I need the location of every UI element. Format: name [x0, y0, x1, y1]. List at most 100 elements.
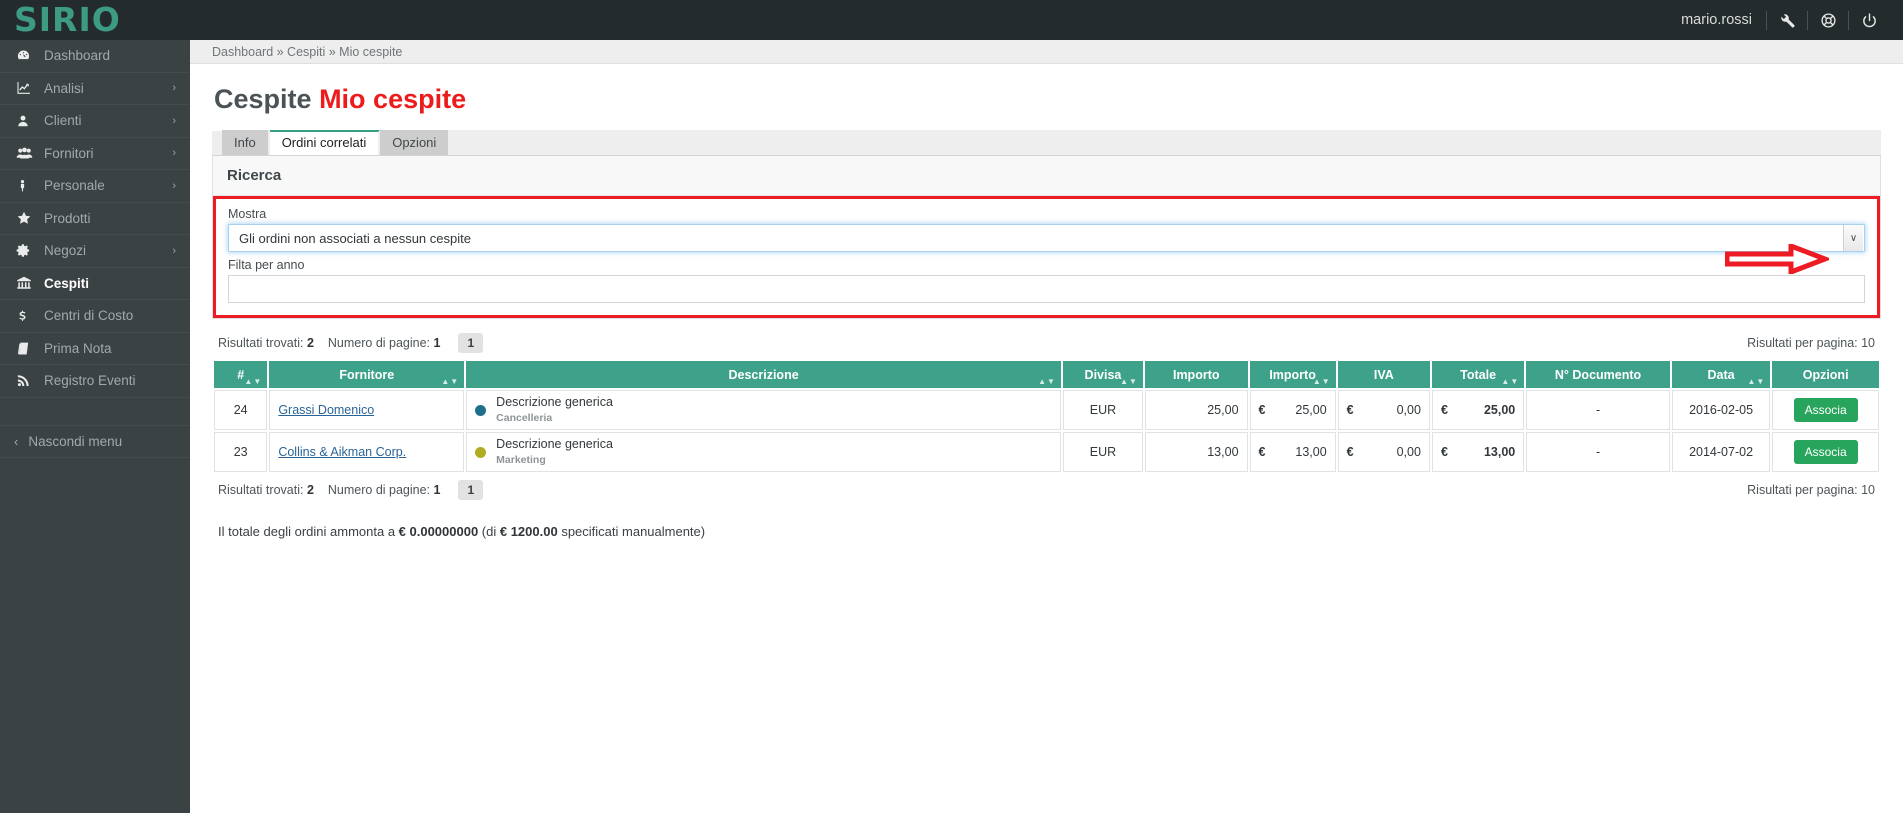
star-icon [16, 210, 40, 226]
person-icon [16, 178, 40, 194]
results-meta-top: Risultati trovati: 2 Numero di pagine: 1… [212, 333, 1881, 353]
col-documento: N° Documento [1526, 361, 1670, 388]
col-descrizione[interactable]: Descrizione▲▼ [466, 361, 1061, 388]
category-dot-icon [475, 447, 486, 458]
col-divisa[interactable]: Divisa▲▼ [1063, 361, 1143, 388]
fornitore-link[interactable]: Collins & Aikman Corp. [278, 445, 406, 459]
sidebar-item-cespiti[interactable]: Cespiti [0, 268, 190, 301]
search-panel-heading: Ricerca [213, 156, 1880, 196]
chevron-right-icon: › [172, 180, 176, 192]
cell-fornitore: Grassi Domenico [269, 390, 464, 430]
rss-icon [16, 373, 40, 388]
dollar-icon [16, 308, 40, 324]
top-bar: SIRIO mario.rossi [0, 0, 1903, 40]
power-icon[interactable] [1849, 0, 1889, 40]
sidebar-item-registro-eventi[interactable]: Registro Eventi [0, 365, 190, 398]
mostra-label: Mostra [228, 207, 1865, 221]
sort-arrows-icon[interactable]: ▲▼ [1038, 377, 1056, 386]
mostra-select[interactable]: Gli ordini non associati a nessun cespit… [228, 224, 1865, 252]
description-block: Descrizione generica Cancelleria [475, 395, 1052, 425]
sidebar-item-clienti[interactable]: Clienti › [0, 105, 190, 138]
col-label: IVA [1374, 368, 1394, 382]
cell-importo-divisa: 13,00 [1145, 432, 1248, 472]
currency-symbol: € [1441, 403, 1448, 417]
money-totale: € 25,00 [1441, 403, 1515, 417]
tab-info[interactable]: Info [222, 130, 270, 155]
sort-arrows-icon[interactable]: ▲▼ [441, 377, 459, 386]
sidebar-item-analisi[interactable]: Analisi › [0, 73, 190, 106]
results-meta-left: Risultati trovati: 2 Numero di pagine: 1… [218, 333, 483, 353]
col-fornitore[interactable]: Fornitore▲▼ [269, 361, 464, 388]
sidebar-item-label: Dashboard [40, 48, 176, 63]
amount-value: 25,00 [1484, 403, 1515, 417]
sort-arrows-icon[interactable]: ▲▼ [1501, 377, 1519, 386]
brand-name: SIRIO [14, 3, 121, 37]
cell-importo: € 13,00 [1250, 432, 1336, 472]
wrench-icon[interactable] [1767, 0, 1807, 40]
sidebar-item-centri-di-costo[interactable]: Centri di Costo [0, 300, 190, 333]
money-iva: € 0,00 [1347, 445, 1421, 459]
col-opzioni: Opzioni [1772, 361, 1879, 388]
sidebar-item-label: Analisi [40, 81, 172, 96]
money-importo: € 13,00 [1259, 445, 1327, 459]
associa-button[interactable]: Associa [1794, 398, 1858, 422]
col-num[interactable]: #▲▼ [214, 361, 267, 388]
topbar-right: mario.rossi [1667, 0, 1903, 40]
col-label: Opzioni [1803, 368, 1849, 382]
results-meta-bottom: Risultati trovati: 2 Numero di pagine: 1… [212, 480, 1881, 500]
sidebar-item-prodotti[interactable]: Prodotti [0, 203, 190, 236]
page-button-1[interactable]: 1 [458, 333, 483, 353]
page-button-1[interactable]: 1 [458, 480, 483, 500]
col-importo[interactable]: Importo▲▼ [1250, 361, 1336, 388]
sort-arrows-icon[interactable]: ▲▼ [1120, 377, 1138, 386]
fornitore-link[interactable]: Grassi Domenico [278, 403, 374, 417]
pages-count: Numero di pagine: 1 [328, 336, 441, 350]
hide-menu-button[interactable]: ‹ Nascondi menu [0, 426, 190, 459]
cell-num: 23 [214, 432, 267, 472]
col-totale[interactable]: Totale ▲▼ [1432, 361, 1524, 388]
chevron-down-icon[interactable]: ∨ [1843, 225, 1863, 251]
sidebar-item-negozi[interactable]: Negozi › [0, 235, 190, 268]
mostra-selected-value: Gli ordini non associati a nessun cespit… [239, 231, 1843, 246]
associa-button[interactable]: Associa [1794, 440, 1858, 464]
cell-opzioni: Associa [1772, 390, 1879, 430]
description-text: Descrizione generica Marketing [496, 437, 613, 467]
col-data[interactable]: Data ▲▼ [1672, 361, 1770, 388]
amount-value: 13,00 [1295, 445, 1326, 459]
cell-importo-divisa: 25,00 [1145, 390, 1248, 430]
amount-value: 0,00 [1397, 445, 1421, 459]
lifebuoy-icon[interactable] [1808, 0, 1848, 40]
currency-symbol: € [1347, 403, 1354, 417]
orders-table: #▲▼ Fornitore▲▼ Descrizione▲▼ Divisa▲▼ I… [212, 359, 1881, 474]
money-totale: € 13,00 [1441, 445, 1515, 459]
money-iva: € 0,00 [1347, 403, 1421, 417]
col-label: Totale [1460, 368, 1496, 382]
sidebar-item-dashboard[interactable]: Dashboard [0, 40, 190, 73]
results-per-page-bottom: Risultati per pagina: 10 [1747, 483, 1875, 497]
anno-input[interactable] [228, 275, 1865, 303]
page-title-highlight: Mio cespite [319, 84, 466, 114]
money-importo: € 25,00 [1259, 403, 1327, 417]
sidebar-item-personale[interactable]: Personale › [0, 170, 190, 203]
cell-fornitore: Collins & Aikman Corp. [269, 432, 464, 472]
table-header-row: #▲▼ Fornitore▲▼ Descrizione▲▼ Divisa▲▼ I… [214, 361, 1879, 388]
sidebar-item-fornitori[interactable]: Fornitori › [0, 138, 190, 171]
sidebar-item-prima-nota[interactable]: Prima Nota [0, 333, 190, 366]
cell-num: 24 [214, 390, 267, 430]
sort-arrows-icon[interactable]: ▲▼ [1313, 377, 1331, 386]
total-note-middle: (di [478, 524, 500, 539]
table-row: 24 Grassi Domenico Descrizione generica … [214, 390, 1879, 430]
brand-logo[interactable]: SIRIO [0, 0, 190, 40]
hide-menu-label: Nascondi menu [28, 434, 122, 449]
page-content: Cespite Mio cespite Info Ordini correlat… [190, 64, 1903, 539]
total-note-manual-amount: € 1200.00 [500, 524, 558, 539]
col-label: Data [1708, 368, 1735, 382]
sort-arrows-icon[interactable]: ▲▼ [1747, 377, 1765, 386]
tab-ordini-correlati[interactable]: Ordini correlati [270, 130, 381, 155]
results-found-value: 2 [307, 336, 314, 350]
search-panel-body: Mostra Gli ordini non associati a nessun… [213, 196, 1880, 318]
tab-opzioni[interactable]: Opzioni [380, 130, 450, 155]
total-note-amount: € 0.00000000 [399, 524, 479, 539]
cell-importo: € 25,00 [1250, 390, 1336, 430]
sort-arrows-icon[interactable]: ▲▼ [244, 377, 262, 386]
